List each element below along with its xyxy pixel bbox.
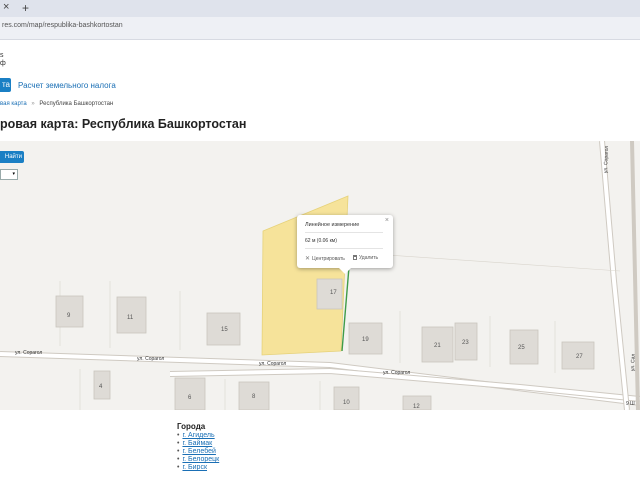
breadcrumb-separator: »: [31, 101, 35, 107]
house-number: 27: [576, 354, 583, 360]
list-item: • г. Белебей: [177, 448, 216, 455]
close-icon[interactable]: ×: [385, 217, 389, 224]
cadastral-map[interactable]: 9 11 15 17 19 21 23 25 27 4 6 8 10 12 ул…: [0, 141, 640, 410]
cities-section: Города • г. Агидель • г. Баймак • г. Белебе…: [177, 422, 219, 472]
street-label-vertical: ул. Сал: [630, 353, 637, 372]
house-number: 15: [221, 327, 228, 333]
cities-list: • г. Агидель • г. Баймак • г. Белебей • г. Б…: [177, 432, 219, 472]
house-number: 21: [434, 343, 441, 349]
house-number: 8: [252, 394, 256, 400]
house-number: 6: [188, 395, 192, 401]
close-tab-icon[interactable]: ×: [3, 1, 9, 13]
house-number: 17: [330, 290, 337, 296]
city-link[interactable]: г. Баймак: [182, 440, 212, 447]
address-bar[interactable]: res.com/map/respublika-bashkortostan: [0, 17, 640, 40]
house-number: 25: [518, 345, 525, 351]
nav-item-map-active[interactable]: та: [0, 78, 11, 92]
street-label: ул. Сорагол: [137, 356, 165, 362]
city-link[interactable]: г. Бирск: [182, 464, 207, 471]
new-tab-icon[interactable]: +: [22, 1, 29, 15]
measurement-value: 62 м (0.06 км): [305, 238, 337, 244]
street-label: 9 Ш: [626, 401, 635, 407]
browser-tab-strip: × +: [0, 0, 640, 17]
cities-heading: Города: [177, 422, 206, 431]
delete-button[interactable]: Удалить: [353, 255, 378, 261]
chevron-down-icon: ▾: [12, 171, 15, 177]
nav-item-land-tax[interactable]: Расчет земельного налога: [18, 81, 116, 90]
building: [174, 377, 206, 410]
street-label: ул. Сорагол: [259, 361, 287, 367]
breadcrumb-current: Республика Башкортостан: [39, 101, 114, 107]
measurement-popup: Линейное измерение × 62 м (0.06 км) ✕ Цен…: [297, 215, 393, 274]
house-number: 4: [99, 384, 103, 390]
street-label: ул. Сорагол: [15, 350, 43, 356]
list-item: • г. Агидель: [177, 432, 215, 439]
breadcrumb-parent[interactable]: вая карта: [0, 101, 27, 107]
popup-title: Линейное измерение: [305, 222, 360, 228]
city-link[interactable]: г. Белорецк: [182, 456, 219, 463]
center-button-label: Центрировать: [312, 256, 345, 262]
city-link[interactable]: г. Агидель: [182, 432, 214, 439]
street-label: ул. Сорагол: [383, 370, 411, 376]
house-number: 11: [127, 315, 134, 321]
layer-select[interactable]: ▾: [0, 169, 18, 180]
find-button-label: Найти: [4, 154, 22, 160]
house-number: 12: [413, 404, 420, 410]
breadcrumb: вая карта » Республика Башкортостан: [0, 101, 113, 107]
site-logo-fragment-2: ф: [0, 60, 6, 67]
map-canvas[interactable]: [0, 141, 640, 410]
site-logo-fragment[interactable]: s: [0, 52, 4, 59]
find-button[interactable]: Найти: [0, 151, 24, 163]
house-number: 19: [362, 337, 369, 343]
list-item: • г. Бирск: [177, 464, 208, 471]
house-number: 10: [343, 400, 350, 406]
trash-icon: [353, 255, 357, 260]
divider: [305, 248, 383, 249]
city-link[interactable]: г. Белебей: [182, 448, 215, 455]
crosshair-icon: ✕: [305, 256, 311, 262]
street-label-vertical: ул. Сорагол: [603, 145, 610, 174]
delete-button-label: Удалить: [359, 255, 379, 261]
page-title: ровая карта: Республика Башкортостан: [0, 117, 247, 131]
building: [333, 386, 360, 410]
divider: [305, 232, 383, 233]
house-number: 23: [462, 340, 469, 346]
list-item: • г. Баймак: [177, 440, 213, 447]
house-number: 9: [67, 313, 71, 319]
url-text[interactable]: res.com/map/respublika-bashkortostan: [2, 22, 123, 29]
list-item: • г. Белорецк: [177, 456, 220, 463]
nav-item-map-label: та: [1, 80, 10, 89]
building: [55, 295, 84, 328]
center-button[interactable]: ✕ Центрировать: [305, 255, 345, 262]
